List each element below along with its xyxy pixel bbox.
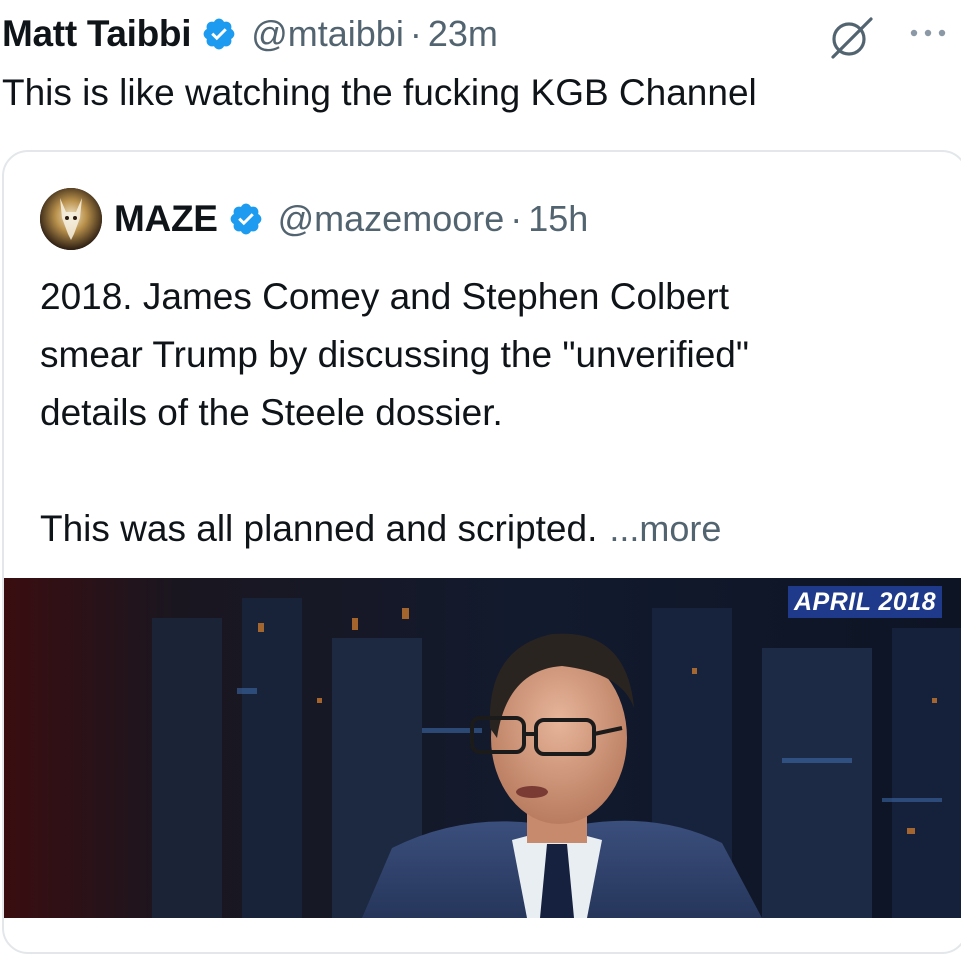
author-name[interactable]: Matt Taibbi xyxy=(2,13,192,55)
grok-slash-icon[interactable] xyxy=(827,14,877,60)
quoted-author-name[interactable]: MAZE xyxy=(114,198,218,240)
quoted-text-line: 2018. James Comey and Stephen Colbert xyxy=(40,276,730,317)
video-frame xyxy=(4,578,961,918)
quoted-text-line: details of the Steele dossier. xyxy=(40,392,503,433)
tweet-text: This is like watching the fucking KGB Ch… xyxy=(2,72,757,113)
separator-dot: · xyxy=(510,198,523,239)
quoted-media-video[interactable]: APRIL 2018 xyxy=(4,578,961,918)
tweet-header: Matt Taibbi @mtaibbi · 23m xyxy=(2,10,498,58)
quoted-tweet[interactable]: MAZE @mazemoore · 15h 2018. James Comey … xyxy=(2,150,961,954)
quoted-tweet-time[interactable]: 15h xyxy=(528,198,588,240)
separator-dot: · xyxy=(409,13,422,54)
author-handle[interactable]: @mtaibbi xyxy=(251,13,404,55)
date-badge: APRIL 2018 xyxy=(788,586,943,618)
quoted-text-line-last: This was all planned and scripted. ...mor… xyxy=(40,500,920,558)
tweet[interactable]: Matt Taibbi @mtaibbi · 23m This is like … xyxy=(0,0,961,954)
quoted-author-handle[interactable]: @mazemoore xyxy=(278,198,505,240)
more-dots-icon[interactable] xyxy=(905,26,955,40)
quoted-tweet-header: MAZE @mazemoore · 15h xyxy=(114,194,588,244)
quoted-tweet-text: 2018. James Comey and Stephen Colbert sm… xyxy=(40,268,920,558)
quoted-text-line: smear Trump by discussing the "unverifie… xyxy=(40,334,750,375)
show-more-link[interactable]: ...more xyxy=(609,508,721,549)
tweet-time[interactable]: 23m xyxy=(428,13,498,55)
verified-badge-icon xyxy=(201,16,237,52)
verified-badge-icon xyxy=(228,201,264,237)
quoted-author-avatar[interactable] xyxy=(40,188,102,250)
quoted-text-line xyxy=(40,442,920,500)
quoted-text-line: This was all planned and scripted. xyxy=(40,508,598,549)
